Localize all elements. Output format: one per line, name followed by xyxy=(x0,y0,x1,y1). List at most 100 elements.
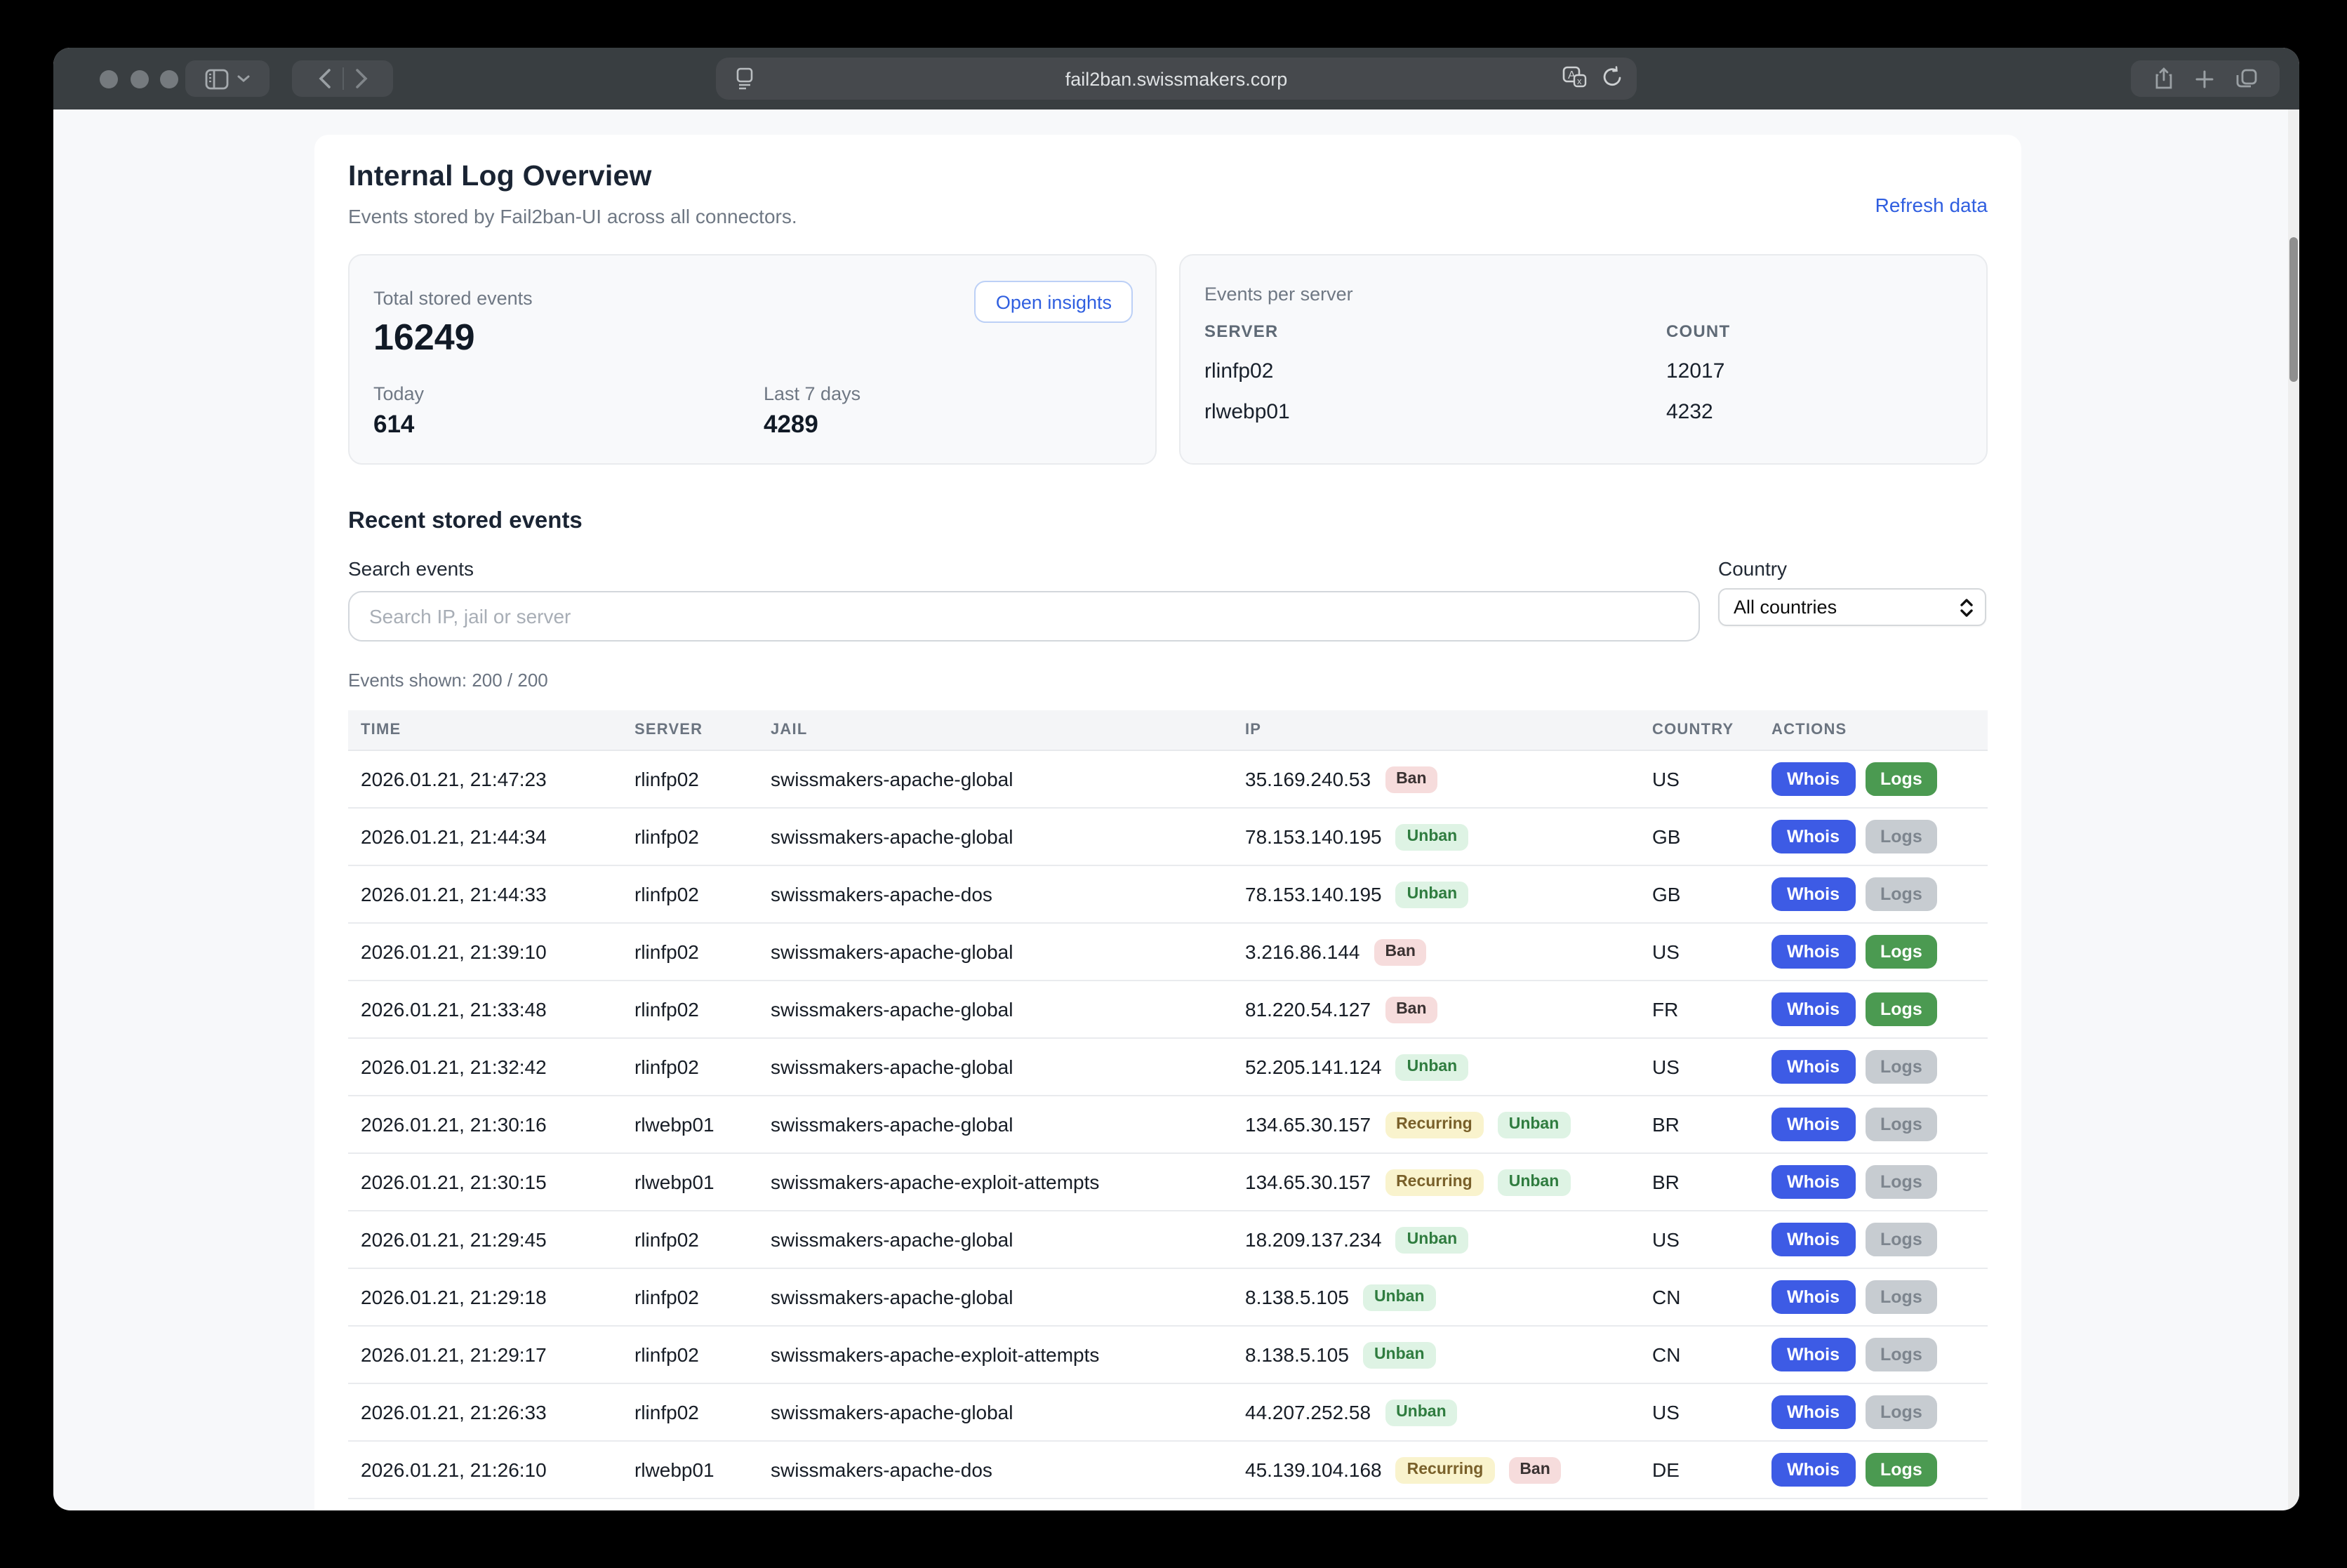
logs-button[interactable]: Logs xyxy=(1865,762,1938,796)
table-row: 2026.01.21, 21:32:42rlinfp02swissmakers-… xyxy=(348,1039,1988,1096)
search-input[interactable] xyxy=(348,591,1700,642)
logs-button[interactable]: Logs xyxy=(1865,1338,1938,1371)
table-row: 2026.01.21, 21:30:15rlwebp01swissmakers-… xyxy=(348,1154,1988,1211)
cell-time: 2026.01.21, 21:26:33 xyxy=(348,1401,622,1423)
reload-icon[interactable] xyxy=(1602,66,1623,88)
refresh-data-link[interactable]: Refresh data xyxy=(1875,194,1988,216)
tab-overview-icon[interactable] xyxy=(2235,69,2256,88)
cell-actions: Whois Logs xyxy=(1759,1280,1988,1314)
open-insights-button[interactable]: Open insights xyxy=(975,281,1133,323)
cell-ip: 78.153.140.195 Unban xyxy=(1232,881,1640,908)
translate-icon[interactable]: A x xyxy=(1562,66,1588,88)
cell-server: rlinfp02 xyxy=(622,1228,758,1251)
country-select[interactable]: All countries xyxy=(1718,588,1986,626)
ip-value: 18.209.137.234 xyxy=(1245,1228,1382,1251)
logs-button[interactable]: Logs xyxy=(1865,1395,1938,1429)
whois-button[interactable]: Whois xyxy=(1771,762,1855,796)
unban-badge: Unban xyxy=(1498,1111,1571,1138)
cell-ip: 52.205.141.124Unban xyxy=(1232,1054,1640,1080)
cell-actions: Whois Logs xyxy=(1759,992,1988,1026)
whois-button[interactable]: Whois xyxy=(1771,1453,1855,1487)
cell-server: rlinfp02 xyxy=(622,1286,758,1308)
whois-button[interactable]: Whois xyxy=(1771,1050,1855,1084)
recent-events-title: Recent stored events xyxy=(348,508,583,535)
unban-badge: Unban xyxy=(1396,881,1469,908)
country-label: Country xyxy=(1718,557,1787,580)
logs-button[interactable]: Logs xyxy=(1865,1223,1938,1256)
whois-button[interactable]: Whois xyxy=(1771,1280,1855,1314)
table-row: 2026.01.21, 21:26:33rlinfp02swissmakers-… xyxy=(348,1384,1988,1442)
server-count: 4232 xyxy=(1666,400,1962,424)
cell-time: 2026.01.21, 21:30:16 xyxy=(348,1113,622,1136)
cell-jail: swissmakers-apache-global xyxy=(758,998,1232,1021)
table-row: 2026.01.21, 21:47:23rlinfp02swissmakers-… xyxy=(348,751,1988,809)
forward-button[interactable] xyxy=(354,69,367,88)
whois-button[interactable]: Whois xyxy=(1771,1165,1855,1199)
column-header: IP xyxy=(1232,722,1640,738)
server-name: rlinfp02 xyxy=(1204,359,1666,383)
cell-time: 2026.01.21, 21:44:34 xyxy=(348,825,622,848)
logs-button[interactable]: Logs xyxy=(1865,1453,1938,1487)
logs-button[interactable]: Logs xyxy=(1865,935,1938,969)
whois-button[interactable]: Whois xyxy=(1771,1395,1855,1429)
sidebar-toggle-button[interactable] xyxy=(185,60,270,97)
new-tab-icon[interactable] xyxy=(2195,69,2213,88)
screenshot-stage: fail2ban.swissmakers.corp A x xyxy=(0,0,2347,1568)
ip-value: 78.153.140.195 xyxy=(1245,825,1382,848)
cell-ip: 18.209.137.234 Unban xyxy=(1232,1226,1640,1253)
whois-button[interactable]: Whois xyxy=(1771,1223,1855,1256)
cell-actions: Whois Logs xyxy=(1759,1223,1988,1256)
whois-button[interactable]: Whois xyxy=(1771,877,1855,911)
today-label: Today xyxy=(373,383,424,404)
cell-actions: Whois Logs xyxy=(1759,1165,1988,1199)
cell-jail: swissmakers-apache-dos xyxy=(758,883,1232,905)
unban-badge: Unban xyxy=(1363,1284,1436,1310)
cell-ip: 44.207.252.58Unban xyxy=(1232,1399,1640,1426)
back-button[interactable] xyxy=(318,69,331,88)
cell-country: CN xyxy=(1640,1286,1759,1308)
nav-buttons xyxy=(292,60,393,97)
logs-button[interactable]: Logs xyxy=(1865,1050,1938,1084)
traffic-light-minimize-button[interactable] xyxy=(131,69,149,88)
cell-ip: 78.153.140.195Unban xyxy=(1232,823,1640,850)
cell-server: rlinfp02 xyxy=(622,1343,758,1366)
cell-country: BR xyxy=(1640,1113,1759,1136)
scrollbar-thumb[interactable] xyxy=(2289,237,2298,382)
cell-country: US xyxy=(1640,1228,1759,1251)
share-icon[interactable] xyxy=(2154,67,2172,90)
address-bar[interactable]: fail2ban.swissmakers.corp A x xyxy=(716,58,1637,100)
table-row: 2026.01.21, 21:26:10rlwebp01swissmakers-… xyxy=(348,1442,1988,1499)
ip-value: 78.153.140.195 xyxy=(1245,883,1382,905)
ip-value: 8.138.5.105 xyxy=(1245,1343,1349,1366)
table-row: 2026.01.21, 21:29:18rlinfp02swissmakers-… xyxy=(348,1269,1988,1327)
whois-button[interactable]: Whois xyxy=(1771,992,1855,1026)
logs-button[interactable]: Logs xyxy=(1865,820,1938,853)
whois-button[interactable]: Whois xyxy=(1771,820,1855,853)
whois-button[interactable]: Whois xyxy=(1771,1338,1855,1371)
recurring-badge: Recurring xyxy=(1385,1169,1484,1195)
logs-button[interactable]: Logs xyxy=(1865,1108,1938,1141)
cell-country: DE xyxy=(1640,1459,1759,1481)
toolbar-right-buttons xyxy=(2131,60,2280,97)
traffic-light-zoom-button[interactable] xyxy=(160,69,178,88)
cell-time: 2026.01.21, 21:26:10 xyxy=(348,1459,622,1481)
logs-button[interactable]: Logs xyxy=(1865,1280,1938,1314)
cell-jail: swissmakers-apache-global xyxy=(758,1228,1232,1251)
unban-badge: Unban xyxy=(1498,1169,1571,1195)
unban-badge: Unban xyxy=(1396,1226,1469,1253)
whois-button[interactable]: Whois xyxy=(1771,935,1855,969)
content-panel: Internal Log Overview Events stored by F… xyxy=(314,135,2021,1510)
cell-country: US xyxy=(1640,1401,1759,1423)
chevron-down-icon xyxy=(237,74,250,83)
browser-window: fail2ban.swissmakers.corp A x xyxy=(53,48,2299,1510)
logs-button[interactable]: Logs xyxy=(1865,877,1938,911)
cell-server: rlinfp02 xyxy=(622,1401,758,1423)
logs-button[interactable]: Logs xyxy=(1865,1165,1938,1199)
cell-time: 2026.01.21, 21:29:18 xyxy=(348,1286,622,1308)
whois-button[interactable]: Whois xyxy=(1771,1108,1855,1141)
cell-server: rlinfp02 xyxy=(622,941,758,963)
traffic-light-close-button[interactable] xyxy=(100,69,118,88)
sidebar-icon xyxy=(205,68,229,89)
logs-button[interactable]: Logs xyxy=(1865,992,1938,1026)
cell-jail: swissmakers-apache-global xyxy=(758,1401,1232,1423)
